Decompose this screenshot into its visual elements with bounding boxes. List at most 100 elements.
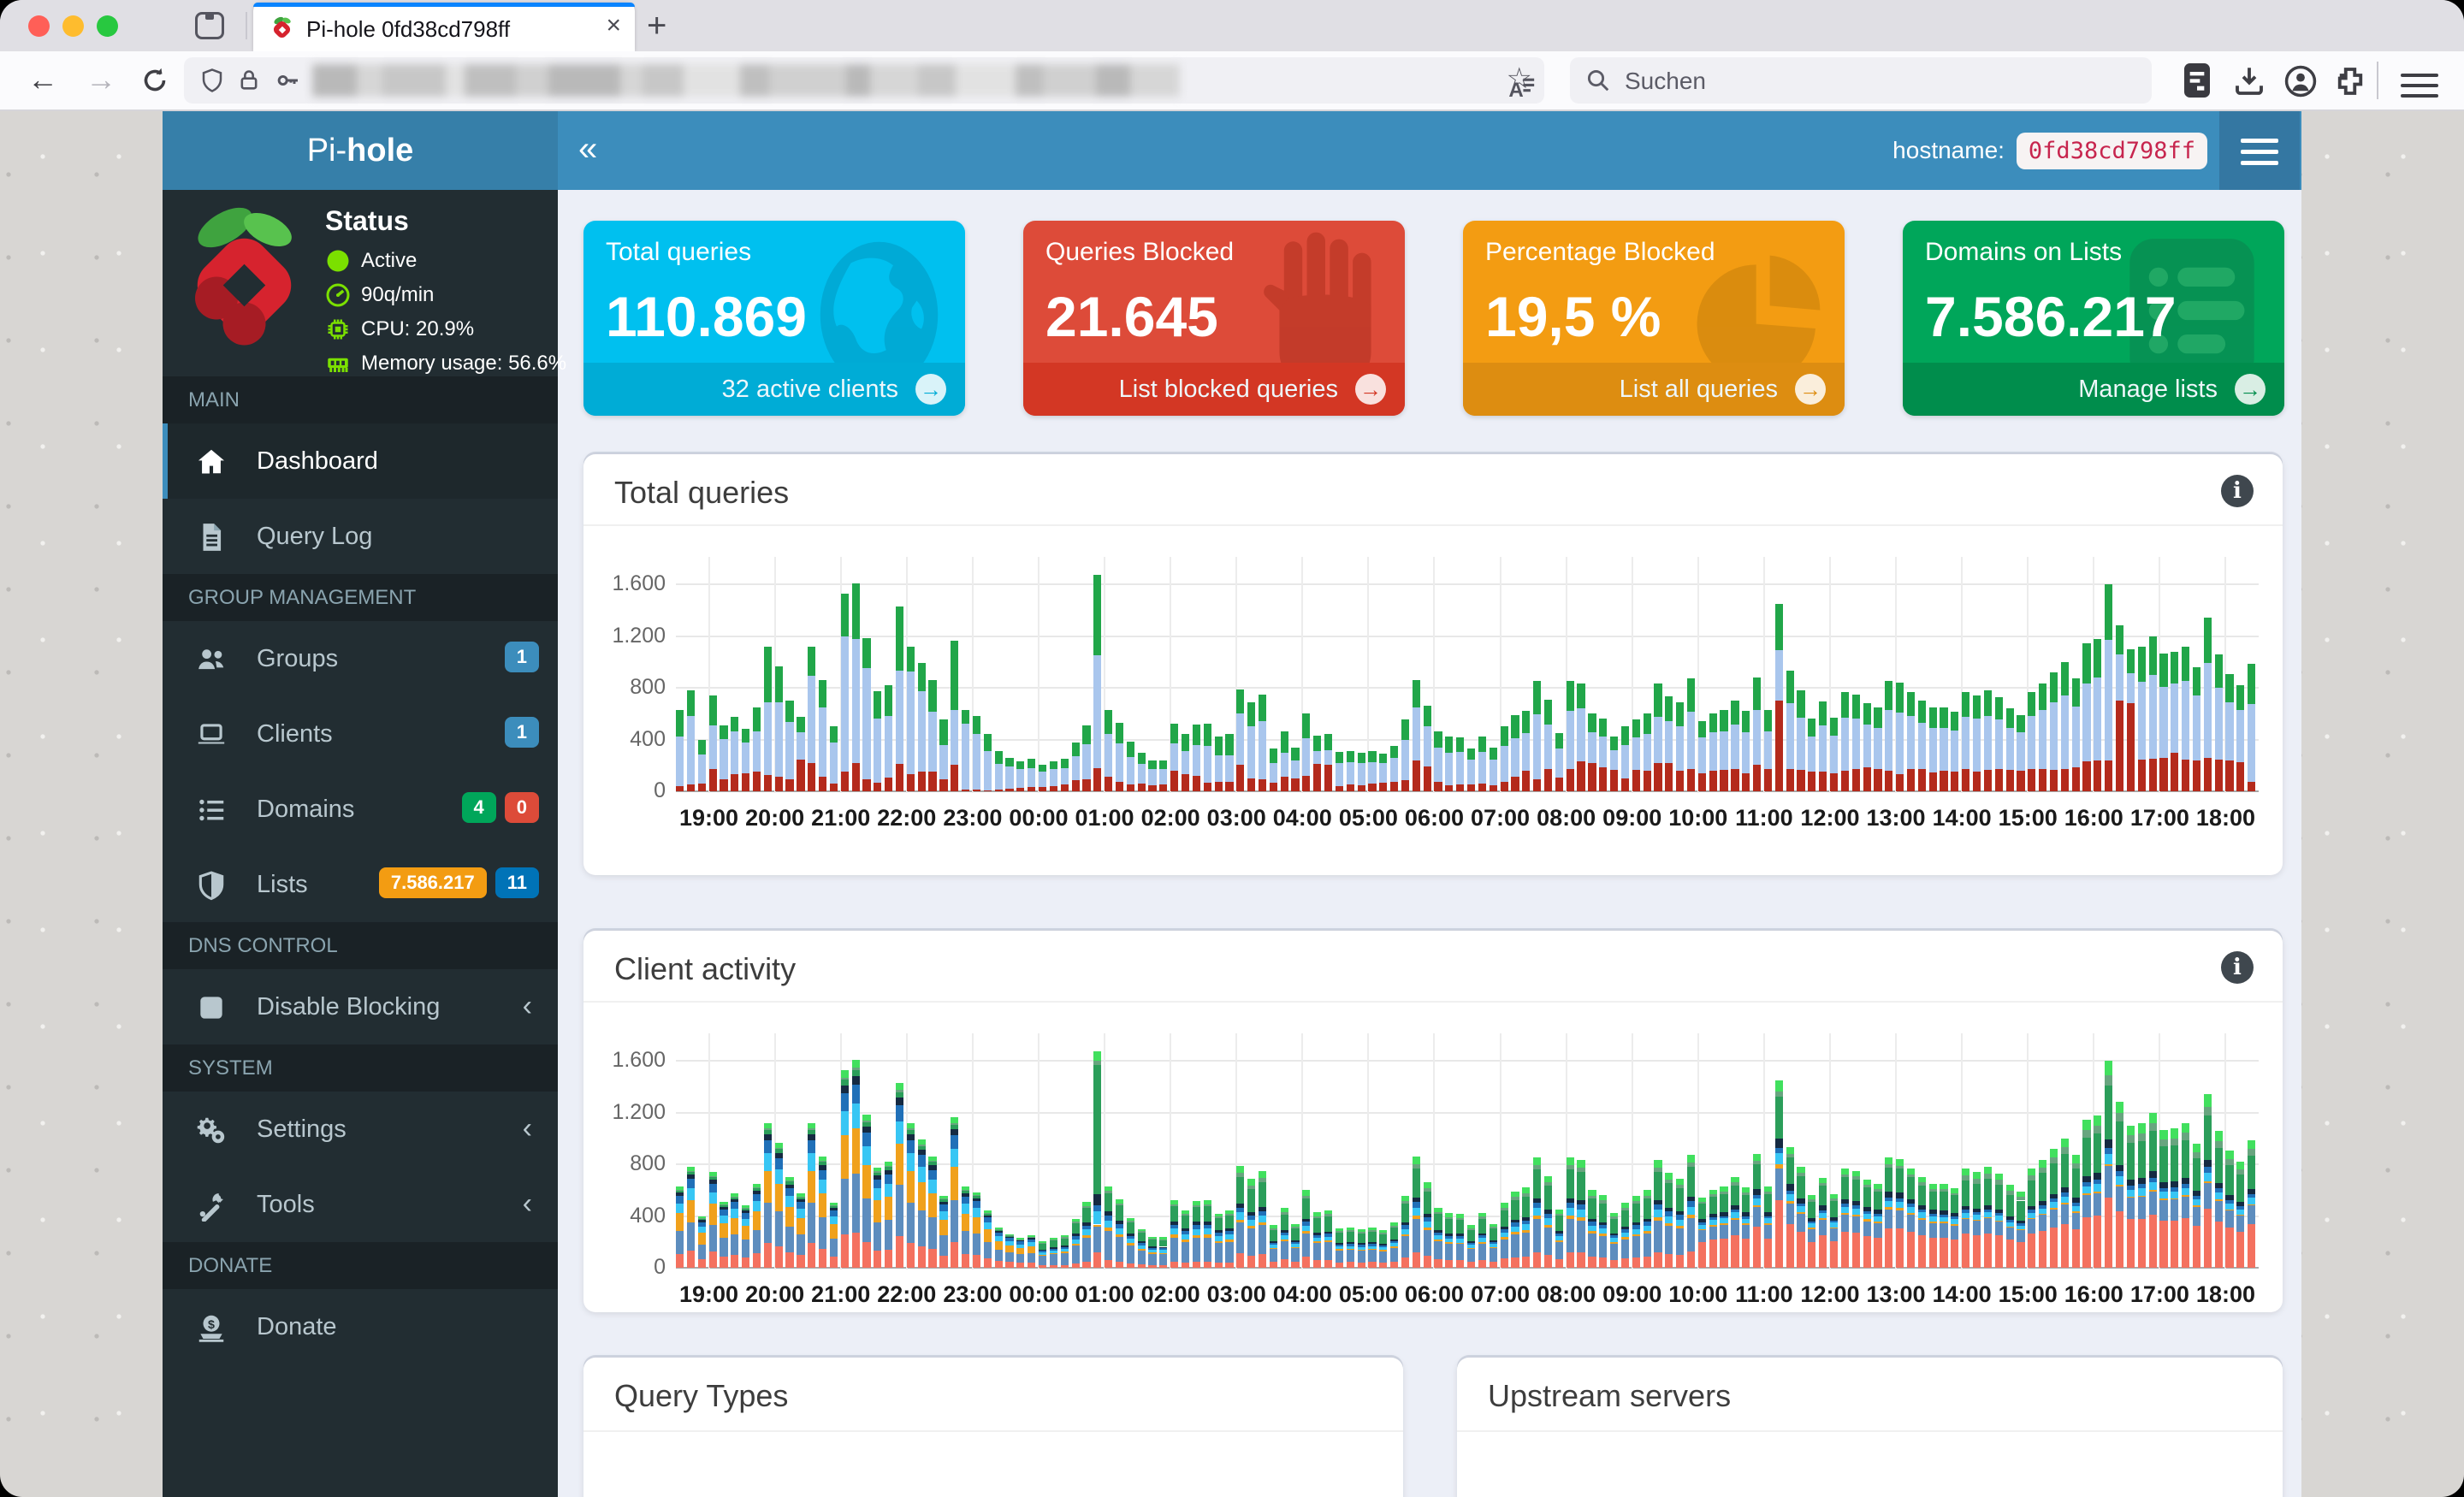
chart-bar-segment: [1291, 747, 1300, 761]
card-footer-link[interactable]: List blocked queries →: [1023, 363, 1405, 416]
card-footer-link[interactable]: List all queries →: [1463, 363, 1845, 416]
info-icon[interactable]: i: [2221, 475, 2254, 507]
card-footer-link[interactable]: 32 active clients →: [583, 363, 965, 416]
chart-bar-segment: [1829, 735, 1839, 773]
chart-bar-segment: [1951, 1187, 1959, 1193]
chart-bar-segment: [1863, 1207, 1871, 1212]
forward-button[interactable]: →: [86, 62, 116, 98]
chart-bar-segment: [1148, 769, 1157, 786]
total-queries-chart[interactable]: 0 400 800 1.200 1.600 19:00 20:00 21:00 22:00 23:…: [612, 557, 2259, 831]
chart-bar-segment: [939, 1219, 948, 1236]
translate-icon[interactable]: A: [1507, 74, 1537, 103]
chart-bar-segment: [1170, 743, 1179, 771]
chart-bar-segment: [1401, 740, 1410, 781]
tracking-shield-icon[interactable]: [199, 67, 225, 94]
chart-bar-segment: [1543, 1186, 1553, 1210]
chart-bar-segment: [2115, 1164, 2124, 1172]
chart-bar-segment: [1972, 771, 1981, 791]
window-close-button[interactable]: [28, 15, 50, 37]
client-activity-chart[interactable]: 0 400 800 1.200 1.600 19:00 20:00 21:00 22:00 23:…: [612, 1033, 2259, 1307]
sidebar-item-tools[interactable]: Tools ‹: [163, 1167, 558, 1242]
pihole-logo[interactable]: Pi-hole: [163, 111, 558, 190]
chart-bar-segment: [917, 1155, 926, 1167]
key-icon[interactable]: [273, 67, 302, 94]
chart-bar-segment: [1697, 1219, 1706, 1223]
chart-bar-segment: [2071, 678, 2080, 707]
chart-bar-segment: [1038, 1252, 1047, 1255]
chart-bar-segment: [731, 1209, 739, 1218]
search-bar[interactable]: Suchen: [1570, 57, 2152, 104]
chart-bar-segment: [2203, 1115, 2212, 1161]
laptop-icon: [198, 724, 225, 744]
chart-bar-segment: [1028, 767, 1036, 788]
menu-icon[interactable]: [2401, 67, 2438, 104]
chart-bar-segment: [1379, 1262, 1388, 1268]
chart-bar-segment: [1489, 1248, 1497, 1262]
sidebar-item-lists[interactable]: Lists 7.586.217 11: [163, 847, 558, 922]
tab-close-icon[interactable]: ×: [606, 11, 621, 40]
info-icon[interactable]: i: [2221, 951, 2254, 984]
chart-bar-segment: [2071, 1155, 2080, 1163]
lock-icon[interactable]: [237, 67, 261, 94]
chart-bar-segment: [1105, 1228, 1113, 1232]
sidebar-item-disable-blocking[interactable]: Disable Blocking ‹: [163, 969, 558, 1044]
sidebar-item-donate[interactable]: $ Donate: [163, 1289, 558, 1364]
chart-bar-segment: [1093, 1064, 1102, 1195]
chart-bar-segment: [1896, 712, 1904, 774]
chart-bar-segment: [1797, 1167, 1805, 1174]
chart-bar-segment: [1192, 1207, 1200, 1222]
navbar-menu-button[interactable]: [2219, 111, 2300, 190]
sidebar-item-query-log[interactable]: Query Log: [163, 499, 558, 574]
chart-bar-segment: [686, 1167, 696, 1171]
chart-bar-segment: [951, 765, 959, 791]
chart-bar-segment: [1236, 1165, 1245, 1173]
chart-bar-segment: [1115, 1220, 1124, 1224]
extensions-icon[interactable]: [2332, 63, 2368, 99]
chart-bar-segment: [829, 725, 838, 743]
reload-icon[interactable]: [139, 65, 170, 96]
chart-bar-segment: [1335, 763, 1344, 786]
address-bar[interactable]: A ☆: [184, 57, 1544, 104]
sidebar-item-domains[interactable]: Domains 4 0: [163, 772, 558, 847]
sidebar-item-groups[interactable]: Groups 1: [163, 621, 558, 696]
chart-bar-segment: [1445, 1238, 1454, 1243]
window-zoom-button[interactable]: [97, 15, 118, 37]
sidebar-item-settings[interactable]: Settings ‹: [163, 1092, 558, 1167]
chart-bar-segment: [1060, 1251, 1069, 1253]
chart-bar-segment: [1851, 1200, 1860, 1206]
chart-bar-segment: [994, 1261, 1003, 1268]
chart-bar-segment: [1972, 1212, 1981, 1216]
chart-bar-segment: [906, 1170, 915, 1203]
firefox-view-icon[interactable]: [195, 12, 224, 39]
chart-bar-segment: [1819, 1210, 1827, 1213]
account-icon[interactable]: [2283, 63, 2319, 99]
password-manager-icon[interactable]: [2180, 60, 2214, 101]
browser-tab[interactable]: Pi-hole 0fd38cd798ff ×: [253, 3, 635, 51]
downloads-icon[interactable]: [2231, 63, 2267, 99]
chart-bar-segment: [1324, 1234, 1333, 1237]
chart-bar-segment: [1346, 1250, 1354, 1263]
chart-bar-segment: [1599, 1228, 1608, 1234]
chart-bar-segment: [720, 1207, 728, 1210]
sidebar-item-clients[interactable]: Clients 1: [163, 696, 558, 772]
chart-bar-segment: [1445, 785, 1454, 791]
chart-bar-segment: [1543, 1175, 1553, 1183]
window-minimize-button[interactable]: [62, 15, 84, 37]
chart-bar-segment: [2105, 1147, 2113, 1154]
sidebar-collapse-button[interactable]: «: [578, 130, 597, 169]
chart-bar-segment: [763, 775, 772, 791]
status-panel: Status Active 90q/min CPU: 20.9% Memory …: [163, 190, 566, 376]
chart-bar-segment: [1819, 1212, 1827, 1219]
sidebar-item-dashboard[interactable]: Dashboard: [163, 423, 558, 499]
chart-bar-segment: [2005, 1219, 2014, 1222]
new-tab-button[interactable]: +: [647, 7, 666, 45]
chart-bar-segment: [1445, 1235, 1454, 1239]
card-footer-link[interactable]: Manage lists →: [1903, 363, 2284, 416]
svg-text:A: A: [1508, 79, 1523, 102]
chart-bar-segment: [1643, 1198, 1651, 1219]
back-button[interactable]: ←: [27, 62, 58, 98]
chart-bar-segment: [697, 1227, 706, 1234]
y-axis-tick: 800: [630, 1151, 666, 1175]
chart-bar-segment: [708, 1183, 717, 1192]
chart-bar-segment: [1434, 1259, 1442, 1268]
